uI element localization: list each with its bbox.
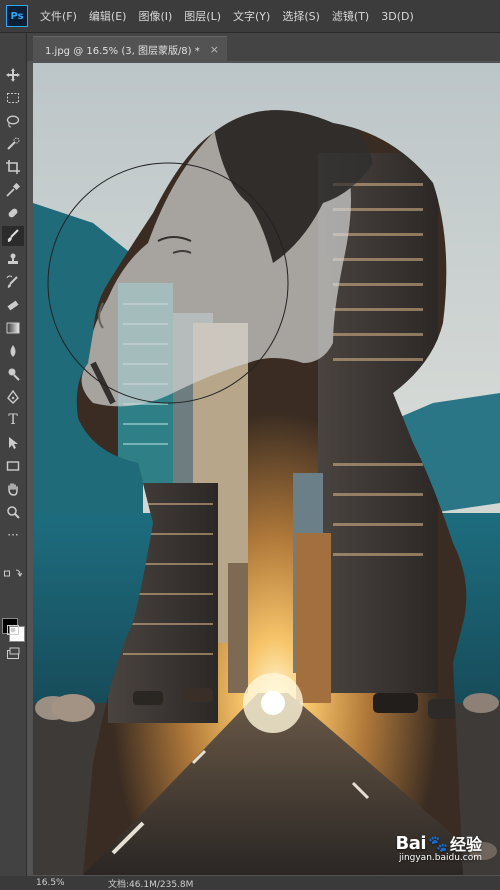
swap-colors-icon[interactable] bbox=[2, 567, 24, 581]
document-tab[interactable]: 1.jpg @ 16.5% (3, 图层蒙版/8) * × bbox=[33, 36, 227, 61]
pen-tool-icon[interactable] bbox=[2, 387, 24, 407]
tools-panel: T ··· bbox=[0, 33, 27, 879]
hand-tool-icon[interactable] bbox=[2, 479, 24, 499]
document-tab-bar: 1.jpg @ 16.5% (3, 图层蒙版/8) * × bbox=[27, 33, 500, 61]
menu-filter[interactable]: 滤镜(T) bbox=[332, 8, 369, 24]
document-tab-title: 1.jpg @ 16.5% (3, 图层蒙版/8) * bbox=[45, 45, 200, 57]
path-select-tool-icon[interactable] bbox=[2, 433, 24, 453]
type-tool-icon[interactable]: T bbox=[2, 410, 24, 430]
photoshop-logo: Ps bbox=[6, 5, 28, 27]
healing-brush-tool-icon[interactable] bbox=[2, 203, 24, 223]
move-tool-icon[interactable] bbox=[2, 65, 24, 85]
rectangle-tool-icon[interactable] bbox=[2, 456, 24, 476]
eraser-tool-icon[interactable] bbox=[2, 295, 24, 315]
menu-layer[interactable]: 图层(L) bbox=[184, 8, 221, 24]
menu-file[interactable]: 文件(F) bbox=[40, 8, 77, 24]
baidu-jingyan-watermark: Bai 🐾 经验 jingyan.baidu.com bbox=[395, 831, 482, 864]
history-brush-tool-icon[interactable] bbox=[2, 272, 24, 292]
artwork-image bbox=[33, 63, 500, 875]
close-tab-icon[interactable]: × bbox=[210, 43, 219, 56]
status-bar: 16.5% 文档:46.1M/235.8M bbox=[0, 876, 500, 890]
eyedropper-tool-icon[interactable] bbox=[2, 180, 24, 200]
watermark-cn: 经验 bbox=[449, 835, 482, 854]
menu-bar: Ps 文件(F) 编辑(E) 图像(I) 图层(L) 文字(Y) 选择(S) 滤… bbox=[0, 0, 500, 33]
watermark-url: jingyan.baidu.com bbox=[398, 853, 482, 863]
document-canvas[interactable]: Bai 🐾 经验 jingyan.baidu.com bbox=[33, 63, 500, 875]
blur-tool-icon[interactable] bbox=[2, 341, 24, 361]
menu-image[interactable]: 图像(I) bbox=[138, 8, 172, 24]
watermark-brand: Bai bbox=[395, 832, 427, 854]
clone-stamp-tool-icon[interactable] bbox=[2, 249, 24, 269]
brush-tool-icon[interactable] bbox=[2, 226, 24, 246]
paw-icon: 🐾 bbox=[428, 833, 448, 853]
screen-mode-icon[interactable] bbox=[2, 644, 24, 664]
zoom-tool-icon[interactable] bbox=[2, 502, 24, 522]
menu-select[interactable]: 选择(S) bbox=[282, 8, 320, 24]
dodge-tool-icon[interactable] bbox=[2, 364, 24, 384]
more-tools-icon[interactable]: ··· bbox=[2, 525, 24, 545]
gradient-tool-icon[interactable] bbox=[2, 318, 24, 338]
zoom-level[interactable]: 16.5% bbox=[36, 878, 96, 888]
quick-select-tool-icon[interactable] bbox=[2, 134, 24, 154]
crop-tool-icon[interactable] bbox=[2, 157, 24, 177]
menu-type[interactable]: 文字(Y) bbox=[233, 8, 270, 24]
menu-3d[interactable]: 3D(D) bbox=[381, 10, 414, 23]
quick-mask-icon[interactable] bbox=[2, 620, 24, 640]
menu-edit[interactable]: 编辑(E) bbox=[89, 8, 127, 24]
lasso-tool-icon[interactable] bbox=[2, 111, 24, 131]
document-size: 文档:46.1M/235.8M bbox=[108, 879, 194, 890]
marquee-tool-icon[interactable] bbox=[2, 88, 24, 108]
